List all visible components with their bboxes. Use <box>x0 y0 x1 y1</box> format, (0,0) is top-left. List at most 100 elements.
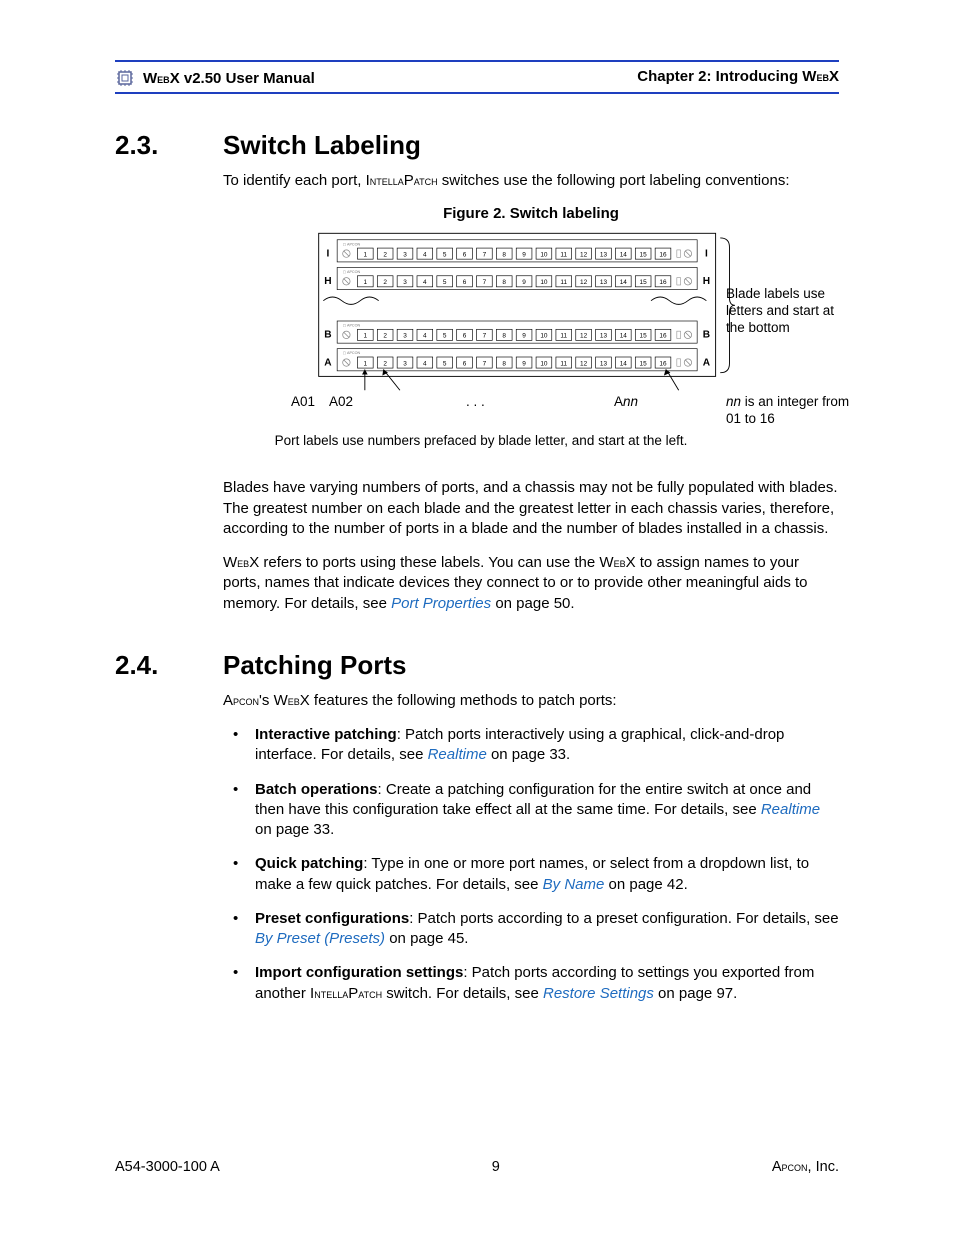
svg-text:6: 6 <box>463 361 467 368</box>
t: on page 45. <box>385 930 468 947</box>
t: P <box>404 172 414 189</box>
svg-text:3: 3 <box>403 252 407 259</box>
patching-methods-list: Interactive patching: Patch ports intera… <box>223 725 839 1004</box>
list-item-import: Import configuration settings: Patch por… <box>247 963 839 1004</box>
svg-text:H: H <box>324 276 331 287</box>
list-item-interactive: Interactive patching: Patch ports intera… <box>247 725 839 766</box>
running-footer: A54-3000-100 A 9 Apcon, Inc. <box>115 1159 839 1175</box>
t: on page 97. <box>654 985 737 1002</box>
t: on page 42. <box>604 876 687 893</box>
item-title: Interactive patching <box>255 726 397 743</box>
link-by-preset[interactable]: By Preset (Presets) <box>255 930 385 947</box>
figure-caption: Figure 2. Switch labeling <box>223 205 839 222</box>
svg-text:13: 13 <box>600 333 608 340</box>
section-number: 2.3. <box>115 130 223 161</box>
section-title: Switch Labeling <box>223 130 421 161</box>
svg-text:15: 15 <box>640 333 648 340</box>
svg-text:4: 4 <box>423 252 427 259</box>
list-item-batch: Batch operations: Create a patching conf… <box>247 780 839 841</box>
t: : Patch ports according to a preset conf… <box>409 910 838 927</box>
header-left-text: WebX v2.50 User Manual <box>143 70 315 87</box>
svg-text:7: 7 <box>483 279 487 286</box>
header-rule-bottom <box>115 92 839 94</box>
svg-text:I: I <box>705 249 708 260</box>
t: eb <box>157 72 170 86</box>
port-label-a02: A02 <box>329 394 353 411</box>
t: A <box>614 394 623 409</box>
intro-paragraph: To identify each port, IntellaPatch swit… <box>223 171 839 191</box>
svg-text:5: 5 <box>443 279 447 286</box>
svg-text:▢ APCON: ▢ APCON <box>343 351 361 355</box>
svg-text:5: 5 <box>443 252 447 259</box>
svg-text:7: 7 <box>483 333 487 340</box>
svg-text:14: 14 <box>620 333 628 340</box>
svg-text:16: 16 <box>659 279 667 286</box>
svg-text:10: 10 <box>540 252 548 259</box>
svg-text:9: 9 <box>522 333 526 340</box>
t: atch <box>358 987 382 1001</box>
section-number: 2.4. <box>115 650 223 681</box>
t: X refers to ports using these labels. Yo… <box>249 554 613 571</box>
svg-text:I: I <box>327 249 330 260</box>
svg-text:9: 9 <box>522 252 526 259</box>
svg-text:1: 1 <box>364 361 368 368</box>
link-realtime[interactable]: Realtime <box>428 746 487 763</box>
svg-text:11: 11 <box>560 333 567 340</box>
header-left: WebX v2.50 User Manual <box>115 68 315 88</box>
svg-text:16: 16 <box>659 252 667 259</box>
t: nn <box>726 394 741 409</box>
t: on page 33. <box>487 746 570 763</box>
section-title: Patching Ports <box>223 650 406 681</box>
header-right-text: Chapter 2: Introducing WebX <box>637 68 839 88</box>
t: switches use the following port labeling… <box>438 172 790 189</box>
svg-text:2: 2 <box>383 333 387 340</box>
svg-text:1: 1 <box>364 279 368 286</box>
switch-diagram: II▢ APCON12345678910111213141516HH▢ APCO… <box>291 226 771 416</box>
t: eb <box>816 70 829 84</box>
link-restore-settings[interactable]: Restore Settings <box>543 985 654 1002</box>
t: W <box>143 70 157 87</box>
section-2-4-body: Apcon's WebX features the following meth… <box>223 691 839 1004</box>
svg-text:16: 16 <box>659 333 667 340</box>
t: X v2.50 User Manual <box>170 70 315 87</box>
svg-text:12: 12 <box>580 361 588 368</box>
svg-text:▢ APCON: ▢ APCON <box>343 324 361 328</box>
port-label-a01: A01 <box>291 394 315 411</box>
svg-text:9: 9 <box>522 279 526 286</box>
t: ntella <box>370 174 404 188</box>
link-port-properties[interactable]: Port Properties <box>391 595 491 612</box>
svg-text:▢ APCON: ▢ APCON <box>343 243 361 247</box>
svg-text:11: 11 <box>560 252 567 259</box>
t: pcon <box>233 694 259 708</box>
link-by-name[interactable]: By Name <box>543 876 605 893</box>
svg-text:A: A <box>703 358 711 369</box>
t: is an integer from 01 to 16 <box>726 394 849 426</box>
svg-text:6: 6 <box>463 333 467 340</box>
footer-left: A54-3000-100 A <box>115 1159 220 1175</box>
t: switch. For details, see <box>382 985 543 1002</box>
paragraph-webx-labels: WebX refers to ports using these labels.… <box>223 553 839 614</box>
item-title: Batch operations <box>255 781 378 798</box>
t: A <box>772 1159 782 1175</box>
t: A <box>223 692 233 709</box>
svg-text:13: 13 <box>600 361 608 368</box>
link-realtime[interactable]: Realtime <box>761 801 820 818</box>
section-2-3-heading: 2.3. Switch Labeling <box>115 130 839 161</box>
t: eb <box>614 556 626 570</box>
svg-text:3: 3 <box>403 361 407 368</box>
t: on page 50. <box>491 595 574 612</box>
figure-2: II▢ APCON12345678910111213141516HH▢ APCO… <box>226 226 836 416</box>
t: P <box>348 985 358 1002</box>
paragraph-blades: Blades have varying numbers of ports, an… <box>223 478 839 539</box>
svg-text:14: 14 <box>620 361 628 368</box>
figure-bottom-note: Port labels use numbers prefaced by blad… <box>226 432 736 450</box>
t: X features the following methods to patc… <box>300 692 617 709</box>
intro-paragraph-24: Apcon's WebX features the following meth… <box>223 691 839 711</box>
svg-text:13: 13 <box>600 279 608 286</box>
footer-right: Apcon, Inc. <box>772 1159 839 1175</box>
item-title: Preset configurations <box>255 910 409 927</box>
svg-text:5: 5 <box>443 333 447 340</box>
t: 's W <box>259 692 288 709</box>
page-number: 9 <box>492 1159 500 1175</box>
svg-text:8: 8 <box>502 279 506 286</box>
